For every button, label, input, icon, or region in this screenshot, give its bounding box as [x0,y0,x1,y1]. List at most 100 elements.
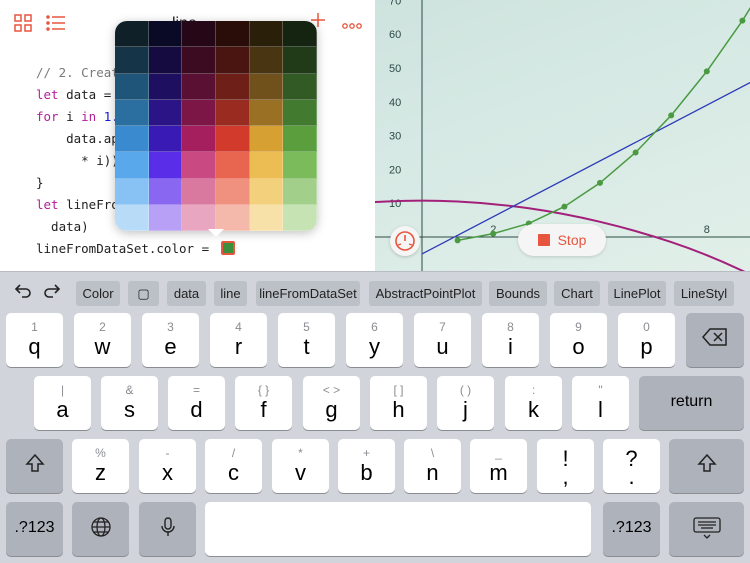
key-m[interactable]: _ m [470,439,527,493]
key-k[interactable]: :k [505,376,562,430]
color-swatch[interactable] [182,152,216,179]
globe-key[interactable] [72,502,129,556]
color-swatch[interactable] [115,152,149,179]
hide-keyboard-key[interactable] [669,502,744,556]
key-v[interactable]: * v [272,439,329,493]
color-swatch[interactable] [283,152,317,179]
key-b[interactable]: + b [338,439,395,493]
color-swatch[interactable] [148,21,183,48]
color-swatch[interactable] [283,178,317,205]
color-swatch[interactable] [283,21,317,48]
color-swatch[interactable] [216,152,250,179]
color-swatch[interactable] [148,47,183,74]
color-swatch[interactable] [283,126,317,153]
code-editor[interactable]: line // 2. Creat t.let data = for i in 1… [0,0,375,271]
color-swatch[interactable] [182,204,216,231]
code-line[interactable]: lineFromDataSet.color = [36,240,235,258]
color-swatch[interactable] [216,178,250,205]
color-swatch[interactable] [283,47,317,74]
color-palette-popover[interactable] [115,21,317,231]
color-swatch[interactable] [148,99,183,126]
code-line[interactable]: for i in 1. [36,108,119,126]
color-swatch[interactable] [283,204,317,231]
key-c[interactable]: / c [205,439,262,493]
code-line[interactable]: data) [36,218,89,236]
suggestion-chip[interactable]: Bounds [489,281,547,306]
redo-icon[interactable] [43,282,61,304]
code-line[interactable]: let data = [36,86,119,104]
color-swatch[interactable] [249,178,284,205]
chart-view[interactable]: 102030405060702810 Stop [375,0,750,271]
more-options-icon[interactable] [342,15,362,35]
color-swatch[interactable] [249,21,284,48]
undo-icon[interactable] [14,282,32,304]
numbers-key-left[interactable]: .?123 [6,502,63,556]
color-swatch[interactable] [283,73,317,100]
suggestion-chip[interactable]: Chart [554,281,600,306]
key-r[interactable]: 4r [210,313,267,367]
key-w[interactable]: 2w [74,313,131,367]
color-palette-grid[interactable] [115,21,317,231]
suggestion-chip[interactable]: LineStyl [674,281,734,306]
key-o[interactable]: 9o [550,313,607,367]
key-e[interactable]: 3e [142,313,199,367]
suggestion-chip[interactable]: ▢ [128,281,159,306]
color-swatch[interactable] [216,204,250,231]
key-u[interactable]: 7u [414,313,471,367]
return-key[interactable]: return [639,376,744,430]
key-j[interactable]: ( ) j [437,376,494,430]
color-swatch[interactable] [249,73,284,100]
color-swatch[interactable] [216,73,250,100]
color-swatch[interactable] [182,178,216,205]
suggestion-chip[interactable]: LinePlot [608,281,666,306]
key-a[interactable]: | a [34,376,91,430]
color-swatch[interactable] [249,99,284,126]
suggestion-chip[interactable]: data [167,281,206,306]
color-swatch[interactable] [216,126,250,153]
stop-button[interactable]: Stop [518,224,606,256]
color-swatch[interactable] [148,204,183,231]
code-line[interactable]: let lineFro [36,196,119,214]
color-swatch[interactable] [249,47,284,74]
color-literal-swatch[interactable] [220,241,235,255]
color-swatch[interactable] [182,47,216,74]
code-line[interactable]: } [36,174,44,192]
color-swatch[interactable] [283,99,317,126]
key-x[interactable]: -x [139,439,196,493]
key-exclamation-comma[interactable]: !, [537,439,594,493]
key-l[interactable]: " l [572,376,629,430]
key-n[interactable]: \ n [404,439,461,493]
key-q[interactable]: 1q [6,313,63,367]
speed-gauge-button[interactable] [390,226,420,256]
color-swatch[interactable] [115,178,149,205]
suggestion-chip[interactable]: line [214,281,247,306]
key-h[interactable]: [ ] h [370,376,427,430]
color-swatch[interactable] [216,99,250,126]
color-swatch[interactable] [249,126,284,153]
color-swatch[interactable] [182,21,216,48]
color-swatch[interactable] [115,126,149,153]
color-swatch[interactable] [115,99,149,126]
key-y[interactable]: 6y [346,313,403,367]
color-swatch[interactable] [115,73,149,100]
color-swatch[interactable] [115,204,149,231]
color-swatch[interactable] [182,99,216,126]
key-g[interactable]: < > g [303,376,360,430]
numbers-key-right[interactable]: .?123 [603,502,660,556]
dictation-key[interactable] [139,502,196,556]
code-line[interactable]: * i)) [36,152,119,170]
list-view-icon[interactable] [46,14,66,36]
key-p[interactable]: 0p [618,313,675,367]
color-swatch[interactable] [148,126,183,153]
suggestion-chip[interactable]: Color [76,281,120,306]
color-swatch[interactable] [115,21,149,48]
color-swatch[interactable] [182,73,216,100]
key-s[interactable]: & s [101,376,158,430]
space-key[interactable] [205,502,591,556]
backspace-key[interactable] [686,313,744,367]
color-swatch[interactable] [148,73,183,100]
key-question-period[interactable]: ?. [603,439,660,493]
color-swatch[interactable] [249,204,284,231]
shift-key-left[interactable] [6,439,63,493]
key-f[interactable]: { } f [235,376,292,430]
